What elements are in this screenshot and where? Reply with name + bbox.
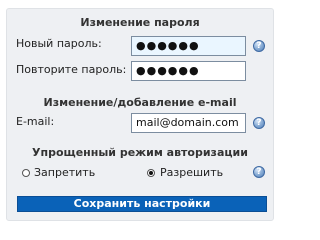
email-section-title: Изменение/добавление e-mail (43, 96, 237, 109)
auth-section-title: Упрощенный режим авторизации (32, 146, 248, 159)
repeat-password-label: Повторите пароль: (16, 63, 127, 76)
save-settings-button[interactable]: Сохранить настройки (17, 196, 267, 212)
help-icon[interactable]: ? (253, 117, 265, 129)
email-label: E-mail: (16, 115, 55, 128)
repeat-password-field[interactable]: ●●●●●● (131, 61, 246, 81)
password-section-title: Изменение пароля (80, 16, 200, 29)
new-password-label: Новый пароль: (16, 37, 102, 50)
radio-deny-label[interactable]: Запретить (34, 166, 95, 179)
new-password-value: ●●●●●● (136, 39, 200, 52)
repeat-password-value: ●●●●●● (136, 64, 200, 77)
email-field[interactable]: mail@domain.com (131, 113, 246, 133)
settings-panel: Изменение пароля Новый пароль: ●●●●●● ? … (6, 8, 274, 221)
radio-allow-label[interactable]: Разрешить (160, 166, 223, 179)
radio-deny[interactable] (22, 169, 30, 177)
help-icon[interactable]: ? (253, 166, 265, 178)
help-icon[interactable]: ? (253, 40, 265, 52)
radio-allow[interactable] (147, 169, 155, 177)
new-password-field[interactable]: ●●●●●● (131, 36, 246, 56)
